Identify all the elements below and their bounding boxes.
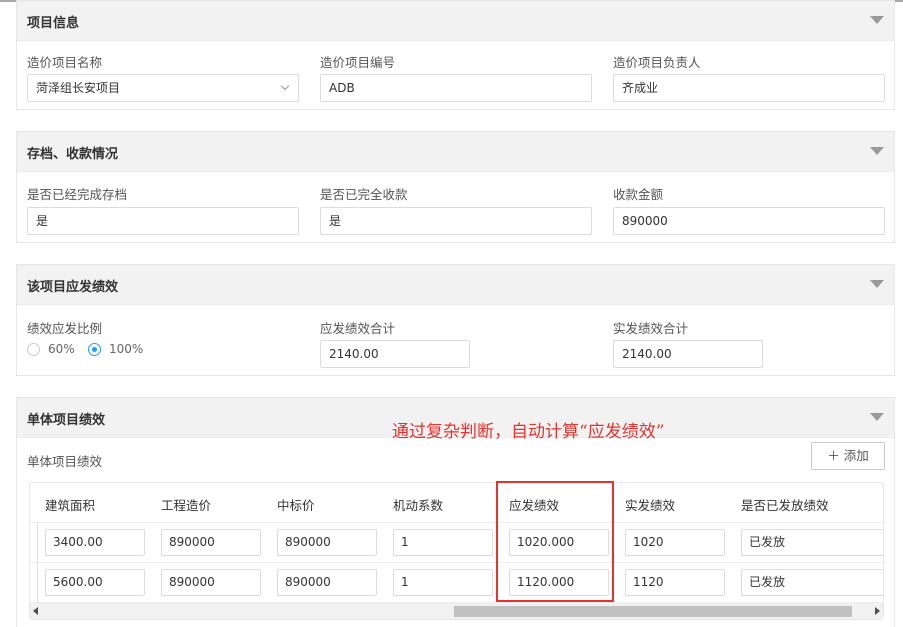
project-info-panel: 项目信息 造价项目名称 菏泽组长安项目 造价项目编号 ADB 造价项目负责人 齐… <box>16 0 895 110</box>
project-manager-input[interactable]: 齐成业 <box>613 74 885 102</box>
cell-value: 890000 <box>285 575 331 589</box>
scroll-left-icon[interactable] <box>33 607 38 615</box>
project-name-value: 菏泽组长安项目 <box>36 81 121 95</box>
cell-value: 已发放 <box>749 575 786 589</box>
radio-60[interactable] <box>27 343 40 356</box>
archived-value: 是 <box>36 214 49 228</box>
cell-value: 890000 <box>169 535 215 549</box>
archive-panel: 存档、收款情况 是否已经完成存档 是 是否已完全收款 是 收款金额 890000 <box>16 131 895 243</box>
caret-down-icon[interactable] <box>870 147 884 155</box>
project-code-input[interactable]: ADB <box>320 74 592 102</box>
coefficient-input[interactable]: 1 <box>393 569 493 596</box>
payment-amount-value: 890000 <box>622 214 668 228</box>
cell-value: 3400.00 <box>53 535 103 549</box>
col-coefficient: 机动系数 <box>393 498 444 513</box>
project-manager-label: 造价项目负责人 <box>613 55 701 70</box>
payment-amount-label: 收款金额 <box>613 187 664 202</box>
caret-down-icon[interactable] <box>870 16 884 24</box>
cost-input[interactable]: 890000 <box>161 529 261 556</box>
fully-paid-input[interactable]: 是 <box>320 207 592 235</box>
col-issued: 是否已发放绩效 <box>741 498 829 513</box>
annotation-text: 通过复杂判断，自动计算“应发绩效” <box>392 422 665 442</box>
ratio-label: 绩效应发比例 <box>27 321 103 336</box>
due-total-label: 应发绩效合计 <box>320 321 396 336</box>
horizontal-scrollbar[interactable] <box>30 603 883 619</box>
project-name-select[interactable]: 菏泽组长安项目 <box>27 74 299 102</box>
scroll-right-icon[interactable] <box>875 607 880 615</box>
cell-value: 已发放 <box>749 535 786 549</box>
project-code-label: 造价项目编号 <box>320 55 396 70</box>
cell-value: 1020 <box>633 535 664 549</box>
cost-input[interactable]: 890000 <box>161 569 261 596</box>
cell-value: 1120 <box>633 575 664 589</box>
col-cost: 工程造价 <box>161 498 212 513</box>
due-total-input[interactable]: 2140.00 <box>320 340 470 368</box>
col-paid-performance: 实发绩效 <box>625 498 676 513</box>
radio-100-label[interactable]: 100% <box>109 342 143 356</box>
area-input[interactable]: 5600.00 <box>45 569 145 596</box>
performance-header[interactable]: 该项目应发绩效 <box>17 265 894 305</box>
col-bid-price: 中标价 <box>277 498 315 513</box>
table-header: 建筑面积 工程造价 中标价 机动系数 应发绩效 实发绩效 是否已发放绩效 <box>30 483 883 523</box>
cell-value: 1 <box>401 575 409 589</box>
cell-value: 890000 <box>169 575 215 589</box>
archived-label: 是否已经完成存档 <box>27 187 128 202</box>
panel-title: 存档、收款情况 <box>27 147 119 162</box>
bid-price-input[interactable]: 890000 <box>277 569 377 596</box>
issued-input[interactable]: 已发放 <box>741 569 883 596</box>
archive-header[interactable]: 存档、收款情况 <box>17 132 894 172</box>
paid-total-value: 2140.00 <box>622 347 672 361</box>
coefficient-input[interactable]: 1 <box>393 529 493 556</box>
project-name-label: 造价项目名称 <box>27 55 103 70</box>
paid-performance-input[interactable]: 1120 <box>625 569 725 596</box>
project-code-value: ADB <box>329 81 355 95</box>
panel-title: 单体项目绩效 <box>27 413 106 428</box>
payment-amount-input[interactable]: 890000 <box>613 207 885 235</box>
panel-title: 该项目应发绩效 <box>27 280 119 295</box>
annotation-highlight-box <box>496 481 614 602</box>
plus-icon: ＋ <box>827 448 840 463</box>
cell-value: 1 <box>401 535 409 549</box>
due-total-value: 2140.00 <box>329 347 379 361</box>
bid-price-input[interactable]: 890000 <box>277 529 377 556</box>
project-info-header[interactable]: 项目信息 <box>17 1 894 41</box>
col-area: 建筑面积 <box>45 498 96 513</box>
caret-down-icon[interactable] <box>870 280 884 288</box>
radio-60-label[interactable]: 60% <box>48 342 75 356</box>
fully-paid-label: 是否已完全收款 <box>320 187 408 202</box>
paid-performance-input[interactable]: 1020 <box>625 529 725 556</box>
unit-performance-table: 建筑面积 工程造价 中标价 机动系数 应发绩效 实发绩效 是否已发放绩效 340… <box>29 482 884 620</box>
table-row: 5600.00 890000 890000 1 1120.000 1120 已发… <box>30 563 883 603</box>
radio-100[interactable] <box>88 343 101 356</box>
scrollbar-thumb[interactable] <box>454 606 852 617</box>
fully-paid-value: 是 <box>329 214 342 228</box>
cell-value: 5600.00 <box>53 575 103 589</box>
row-divider <box>37 523 38 563</box>
issued-input[interactable]: 已发放 <box>741 529 883 556</box>
add-button[interactable]: ＋ 添加 <box>811 442 885 470</box>
performance-panel: 该项目应发绩效 绩效应发比例 60% 100% 应发绩效合计 2140.00 实… <box>16 264 895 376</box>
unit-performance-subtitle: 单体项目绩效 <box>27 454 103 469</box>
add-button-label: 添加 <box>843 448 869 463</box>
project-manager-value: 齐成业 <box>622 81 659 95</box>
area-input[interactable]: 3400.00 <box>45 529 145 556</box>
paid-total-label: 实发绩效合计 <box>613 321 689 336</box>
archived-input[interactable]: 是 <box>27 207 299 235</box>
chevron-down-icon <box>280 81 290 91</box>
cell-value: 890000 <box>285 535 331 549</box>
row-divider <box>37 563 38 603</box>
table-row: 3400.00 890000 890000 1 1020.000 1020 已发… <box>30 523 883 563</box>
panel-title: 项目信息 <box>27 16 80 31</box>
caret-down-icon[interactable] <box>870 413 884 421</box>
paid-total-input[interactable]: 2140.00 <box>613 340 763 368</box>
